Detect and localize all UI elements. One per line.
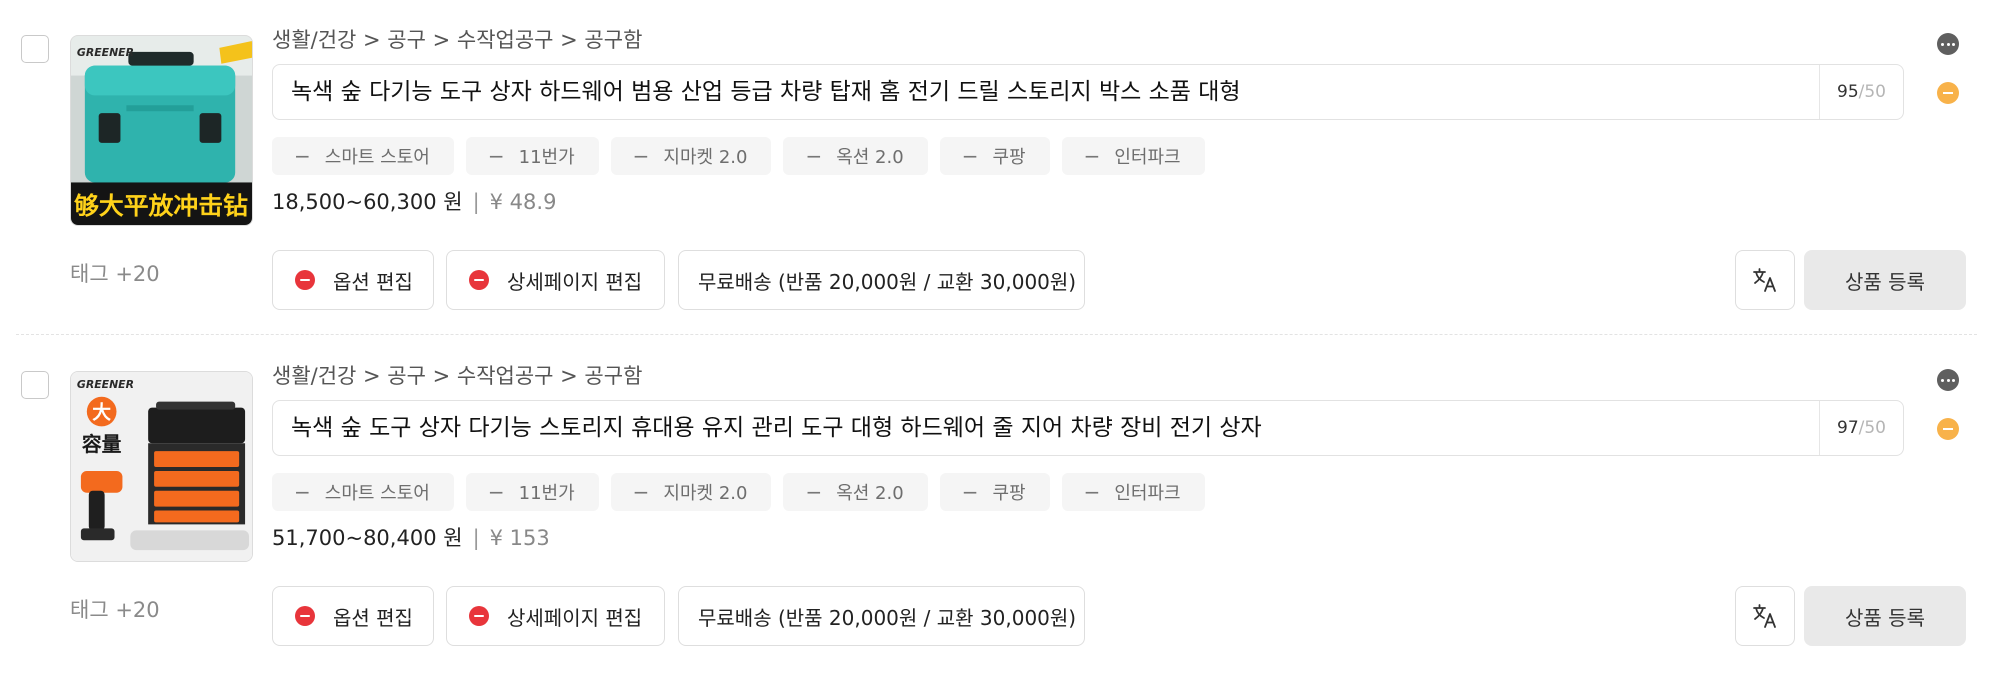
more-icon[interactable] bbox=[1937, 369, 1959, 391]
detail-edit-label: 상세페이지 편집 bbox=[507, 269, 643, 294]
minus-icon: − bbox=[805, 480, 823, 504]
option-edit-label: 옵션 편집 bbox=[333, 269, 413, 294]
price-separator: | bbox=[472, 190, 480, 214]
toolbox-image: GREENER 够大平放冲击钻 bbox=[71, 36, 252, 225]
minus-icon: − bbox=[805, 144, 823, 168]
more-icon[interactable] bbox=[1937, 33, 1959, 55]
char-count-value: 95 bbox=[1837, 82, 1859, 102]
product-row: 大 GREENER 容量 태그 +20 생활/건강 > 공구 > 수작업공구 >… bbox=[0, 336, 1993, 672]
category-breadcrumb: 생활/건강 > 공구 > 수작업공구 > 공구함 bbox=[272, 364, 643, 388]
remove-icon bbox=[295, 606, 315, 626]
option-edit-button[interactable]: 옵션 편집 bbox=[272, 250, 434, 310]
market-label: 스마트 스토어 bbox=[324, 147, 430, 168]
market-label: 11번가 bbox=[518, 147, 575, 168]
market-label: 쿠팡 bbox=[992, 147, 1026, 168]
minus-icon: − bbox=[632, 144, 650, 168]
market-label: 지마켓 2.0 bbox=[663, 147, 748, 168]
brand-logo-text: GREENER bbox=[77, 46, 134, 59]
shipping-button[interactable]: 무료배송 (반품 20,000원 / 교환 30,000원) bbox=[678, 250, 1085, 310]
market-chip[interactable]: − 스마트 스토어 bbox=[272, 137, 454, 175]
title-field[interactable]: 녹색 숲 도구 상자 다기능 스토리지 휴대용 유지 관리 도구 대형 하드웨어… bbox=[272, 400, 1904, 456]
market-chip[interactable]: −11번가 bbox=[465, 137, 599, 175]
market-list: − 스마트 스토어 −11번가 − 지마켓 2.0 − 옥션 2.0 − 쿠팡 − 인터파… bbox=[272, 137, 1205, 175]
register-product-button[interactable]: 상품 등록 bbox=[1804, 250, 1966, 310]
market-label: 스마트 스토어 bbox=[324, 483, 430, 504]
minus-icon: − bbox=[294, 144, 311, 168]
warning-icon[interactable] bbox=[1937, 82, 1959, 104]
market-label: 인터파크 bbox=[1114, 147, 1181, 168]
market-chip[interactable]: − 옥션 2.0 bbox=[783, 473, 928, 511]
title-input[interactable]: 녹색 숲 도구 상자 다기능 스토리지 휴대용 유지 관리 도구 대형 하드웨어… bbox=[291, 401, 1791, 455]
minus-icon: − bbox=[294, 480, 311, 504]
char-count-max: /50 bbox=[1858, 82, 1886, 102]
price-krw: 18,500~60,300 원 bbox=[272, 190, 463, 214]
market-chip[interactable]: − 인터파크 bbox=[1061, 137, 1205, 175]
tag-count[interactable]: 태그 +20 bbox=[70, 594, 160, 624]
price-krw: 51,700~80,400 원 bbox=[272, 526, 463, 550]
market-label: 11번가 bbox=[518, 483, 575, 504]
price-cny: ¥ 48.9 bbox=[489, 190, 557, 214]
market-chip[interactable]: − 스마트 스토어 bbox=[272, 473, 454, 511]
image-badge: 大 bbox=[92, 401, 111, 424]
title-input[interactable]: 녹색 숲 다기능 도구 상자 하드웨어 범용 산업 등급 차량 탑재 홈 전기 … bbox=[291, 65, 1791, 119]
price-separator: | bbox=[472, 526, 480, 550]
image-caption: 容量 bbox=[82, 433, 122, 456]
market-label: 쿠팡 bbox=[992, 483, 1026, 504]
row-divider bbox=[16, 334, 1977, 335]
title-char-count: 95/50 bbox=[1819, 65, 1903, 119]
market-label: 지마켓 2.0 bbox=[663, 483, 748, 504]
brand-logo-text: GREENER bbox=[77, 378, 134, 391]
translate-icon bbox=[1753, 604, 1776, 628]
market-label: 인터파크 bbox=[1114, 483, 1181, 504]
product-image[interactable]: 大 GREENER 容量 bbox=[70, 371, 253, 562]
detail-page-edit-button[interactable]: 상세페이지 편집 bbox=[446, 586, 665, 646]
market-chip[interactable]: − 지마켓 2.0 bbox=[610, 473, 772, 511]
minus-icon: − bbox=[1083, 480, 1101, 504]
remove-icon bbox=[295, 270, 315, 290]
market-chip[interactable]: − 지마켓 2.0 bbox=[610, 137, 772, 175]
option-edit-label: 옵션 편집 bbox=[333, 605, 413, 630]
product-checkbox[interactable] bbox=[21, 35, 49, 63]
minus-icon: − bbox=[487, 144, 505, 168]
market-chip[interactable]: − 쿠팡 bbox=[939, 137, 1050, 175]
minus-icon: − bbox=[632, 480, 650, 504]
char-count-value: 97 bbox=[1837, 418, 1859, 438]
minus-icon: − bbox=[1083, 144, 1101, 168]
image-caption: 够大平放冲击钻 bbox=[74, 192, 248, 220]
product-row: GREENER 够大平放冲击钻 태그 +20 생활/건강 > 공구 > 수작업공… bbox=[0, 0, 1993, 336]
minus-icon: − bbox=[961, 144, 979, 168]
remove-icon bbox=[469, 270, 489, 290]
remove-icon bbox=[469, 606, 489, 626]
market-chip[interactable]: − 쿠팡 bbox=[939, 473, 1050, 511]
detail-page-edit-button[interactable]: 상세페이지 편집 bbox=[446, 250, 665, 310]
warning-icon[interactable] bbox=[1937, 418, 1959, 440]
price-info: 51,700~80,400 원 | ¥ 153 bbox=[272, 522, 550, 552]
market-list: − 스마트 스토어 −11번가 − 지마켓 2.0 − 옥션 2.0 − 쿠팡 − 인터파… bbox=[272, 473, 1205, 511]
minus-icon: − bbox=[961, 480, 979, 504]
translate-button[interactable] bbox=[1735, 250, 1795, 310]
title-field[interactable]: 녹색 숲 다기능 도구 상자 하드웨어 범용 산업 등급 차량 탑재 홈 전기 … bbox=[272, 64, 1904, 120]
category-breadcrumb: 생활/건강 > 공구 > 수작업공구 > 공구함 bbox=[272, 28, 643, 52]
shipping-button[interactable]: 무료배송 (반품 20,000원 / 교환 30,000원) bbox=[678, 586, 1085, 646]
tag-count[interactable]: 태그 +20 bbox=[70, 258, 160, 288]
market-chip[interactable]: − 옥션 2.0 bbox=[783, 137, 928, 175]
char-count-max: /50 bbox=[1858, 418, 1886, 438]
translate-button[interactable] bbox=[1735, 586, 1795, 646]
market-label: 옥션 2.0 bbox=[836, 147, 904, 168]
market-chip[interactable]: − 인터파크 bbox=[1061, 473, 1205, 511]
toolbox-image: 大 GREENER 容量 bbox=[71, 372, 252, 561]
product-checkbox[interactable] bbox=[21, 371, 49, 399]
market-chip[interactable]: −11번가 bbox=[465, 473, 599, 511]
detail-edit-label: 상세페이지 편집 bbox=[507, 605, 643, 630]
option-edit-button[interactable]: 옵션 편집 bbox=[272, 586, 434, 646]
minus-icon: − bbox=[487, 480, 505, 504]
market-label: 옥션 2.0 bbox=[836, 483, 904, 504]
price-cny: ¥ 153 bbox=[489, 526, 550, 550]
title-char-count: 97/50 bbox=[1819, 401, 1903, 455]
translate-icon bbox=[1753, 268, 1776, 292]
product-image[interactable]: GREENER 够大平放冲击钻 bbox=[70, 35, 253, 226]
price-info: 18,500~60,300 원 | ¥ 48.9 bbox=[272, 186, 556, 216]
register-product-button[interactable]: 상품 등록 bbox=[1804, 586, 1966, 646]
